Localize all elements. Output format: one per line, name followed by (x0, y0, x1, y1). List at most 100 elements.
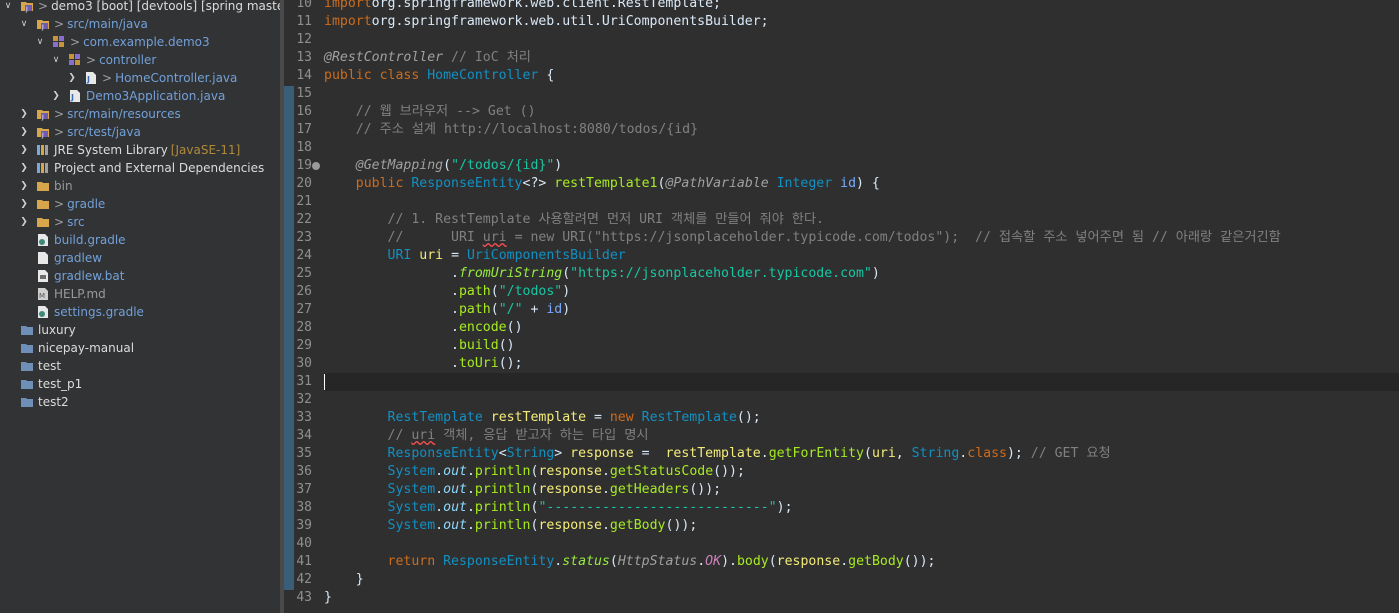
dirty-prefix: > (102, 71, 113, 85)
code-line[interactable]: 11 importorg.springframework.web.util.Uri… (296, 13, 1399, 31)
code-token: restTemplate (490, 410, 587, 425)
code-editor[interactable]: 10 importorg.springframework.web.client.R… (284, 0, 1399, 613)
code-token: // 1. RestTemplate 사용할려면 먼저 URI 객체를 만들어 … (324, 212, 825, 227)
library-icon (36, 143, 50, 157)
tree-item-label: test (38, 357, 61, 375)
tree-item-label: > gradle (54, 195, 105, 213)
code-token: . (435, 482, 444, 497)
code-line[interactable]: 31 (296, 373, 1399, 391)
code-line[interactable]: 22 // 1. RestTemplate 사용할려면 먼저 URI 객체를 만… (296, 211, 1399, 229)
chevron-right-icon[interactable]: ❯ (18, 195, 30, 213)
code-token: "/todos/{id}" (451, 158, 555, 173)
code-line[interactable]: 29 .build() (296, 337, 1399, 355)
package-icon (68, 53, 82, 67)
code-token: > (554, 446, 571, 461)
chevron-right-icon[interactable]: ❯ (18, 105, 30, 123)
code-line[interactable]: 32 (296, 391, 1399, 409)
code-line[interactable]: 21 (296, 193, 1399, 211)
code-line[interactable]: 38 System.out.println("-----------------… (296, 499, 1399, 517)
code-line[interactable]: 18 (296, 139, 1399, 157)
chevron-down-icon[interactable]: ∨ (2, 0, 14, 15)
code-text: public class HomeController { (324, 67, 554, 85)
code-token: ( (863, 446, 872, 461)
chevron-right-icon[interactable]: ❯ (18, 159, 30, 177)
code-token: () (498, 338, 515, 353)
tree-item-label: > com.example.demo3 (70, 33, 210, 51)
code-line[interactable]: 26 .path("/todos") (296, 283, 1399, 301)
code-line[interactable]: 34 // uri 객체, 응답 받고자 하는 타입 명시 (296, 427, 1399, 445)
code-token: restTemplate (665, 446, 761, 461)
code-text: ResponseEntity<String> response = restTe… (324, 445, 1111, 463)
chevron-down-icon[interactable]: ∨ (34, 33, 46, 51)
line-number: 17 (296, 122, 312, 137)
markdown-file-icon: M (36, 287, 50, 301)
tree-item-text: src/test/java (67, 125, 141, 139)
tree-item-text: gradlew.bat (54, 269, 125, 283)
code-token: println (474, 482, 531, 497)
line-number: 25 (296, 266, 312, 281)
code-line[interactable]: 20 public ResponseEntity<?> restTemplate… (296, 175, 1399, 193)
fold-toggle-icon[interactable] (312, 162, 320, 170)
code-line[interactable]: 24 URI uri = UriComponentsBuilder (296, 247, 1399, 265)
code-line[interactable]: 35 ResponseEntity<String> response = res… (296, 445, 1399, 463)
tree-item-text: Project and External Dependencies (54, 161, 265, 175)
code-line[interactable]: 25 .fromUriString("https://jsonplacehold… (296, 265, 1399, 283)
code-line[interactable]: 36 System.out.println(response.getStatus… (296, 463, 1399, 481)
code-line[interactable]: 10 importorg.springframework.web.client.R… (296, 0, 1399, 13)
tree-item-text: bin (54, 179, 73, 193)
chevron-down-icon[interactable]: ∨ (50, 51, 62, 69)
code-area[interactable]: 10 importorg.springframework.web.client.R… (296, 0, 1399, 613)
code-line[interactable]: 19 @GetMapping("/todos/{id}") (296, 157, 1399, 175)
code-line[interactable]: 12 (296, 31, 1399, 49)
code-line[interactable]: 33 RestTemplate restTemplate = new RestT… (296, 409, 1399, 427)
chevron-right-icon[interactable]: ❯ (50, 87, 62, 105)
chevron-right-icon[interactable]: ❯ (18, 141, 30, 159)
code-token: out (443, 464, 467, 479)
code-line[interactable]: 40 (296, 535, 1399, 553)
dirty-prefix: > (54, 107, 65, 121)
chevron-right-icon[interactable]: ❯ (18, 177, 30, 195)
code-line[interactable]: 13 @RestController // IoC 처리 (296, 49, 1399, 67)
code-token: encode (458, 320, 507, 335)
code-line[interactable]: 37 System.out.println(response.getHeader… (296, 481, 1399, 499)
code-line[interactable]: 23 // URI uri = new URI("https://jsonpla… (296, 229, 1399, 247)
dirty-prefix: > (86, 53, 97, 67)
code-token: "/todos" (498, 284, 563, 299)
code-line[interactable]: 42 } (296, 571, 1399, 589)
code-token: ResponseEntity (443, 554, 555, 569)
code-token: ( (443, 158, 452, 173)
code-line[interactable]: 28 .encode() (296, 319, 1399, 337)
chevron-down-icon[interactable]: ∨ (18, 15, 30, 33)
code-line[interactable]: 41 return ResponseEntity.status(HttpStat… (296, 553, 1399, 571)
code-token: import (324, 14, 372, 29)
code-line[interactable]: 30 .toUri(); (296, 355, 1399, 373)
tree-item-text: Demo3Application.java (86, 89, 226, 103)
code-line[interactable]: 27 .path("/" + id) (296, 301, 1399, 319)
code-token: ) (554, 158, 563, 173)
code-line[interactable]: 16 // 웹 브라우저 --> Get () (296, 103, 1399, 121)
code-line[interactable]: 15 (296, 85, 1399, 103)
code-text: } (324, 589, 332, 607)
code-line[interactable]: 17 // 주소 설계 http://localhost:8080/todos/… (296, 121, 1399, 139)
code-token: public (355, 176, 412, 191)
folder-icon (36, 215, 50, 229)
code-line[interactable]: 39 System.out.println(response.getBody()… (296, 517, 1399, 535)
code-line[interactable]: 43} (296, 589, 1399, 607)
source-folder-icon: J (36, 17, 50, 31)
code-token: println (474, 518, 531, 533)
chevron-right-icon[interactable]: ❯ (18, 123, 30, 141)
svg-text:J: J (70, 93, 74, 102)
tree-item-label: > src/test/java (54, 123, 141, 141)
code-line[interactable]: 14 public class HomeController { (296, 67, 1399, 85)
line-number: 16 (296, 104, 312, 119)
dirty-prefix: > (54, 17, 65, 31)
tree-item-text: demo3 [boot] [devtools] [spring master] (51, 0, 280, 13)
code-text: System.out.println(response.getStatusCod… (324, 463, 745, 481)
chevron-right-icon[interactable]: ❯ (66, 69, 78, 87)
code-text: .toUri(); (324, 355, 522, 373)
svg-text:J: J (41, 24, 44, 31)
chevron-right-icon[interactable]: ❯ (18, 213, 30, 231)
code-token: . (840, 554, 849, 569)
